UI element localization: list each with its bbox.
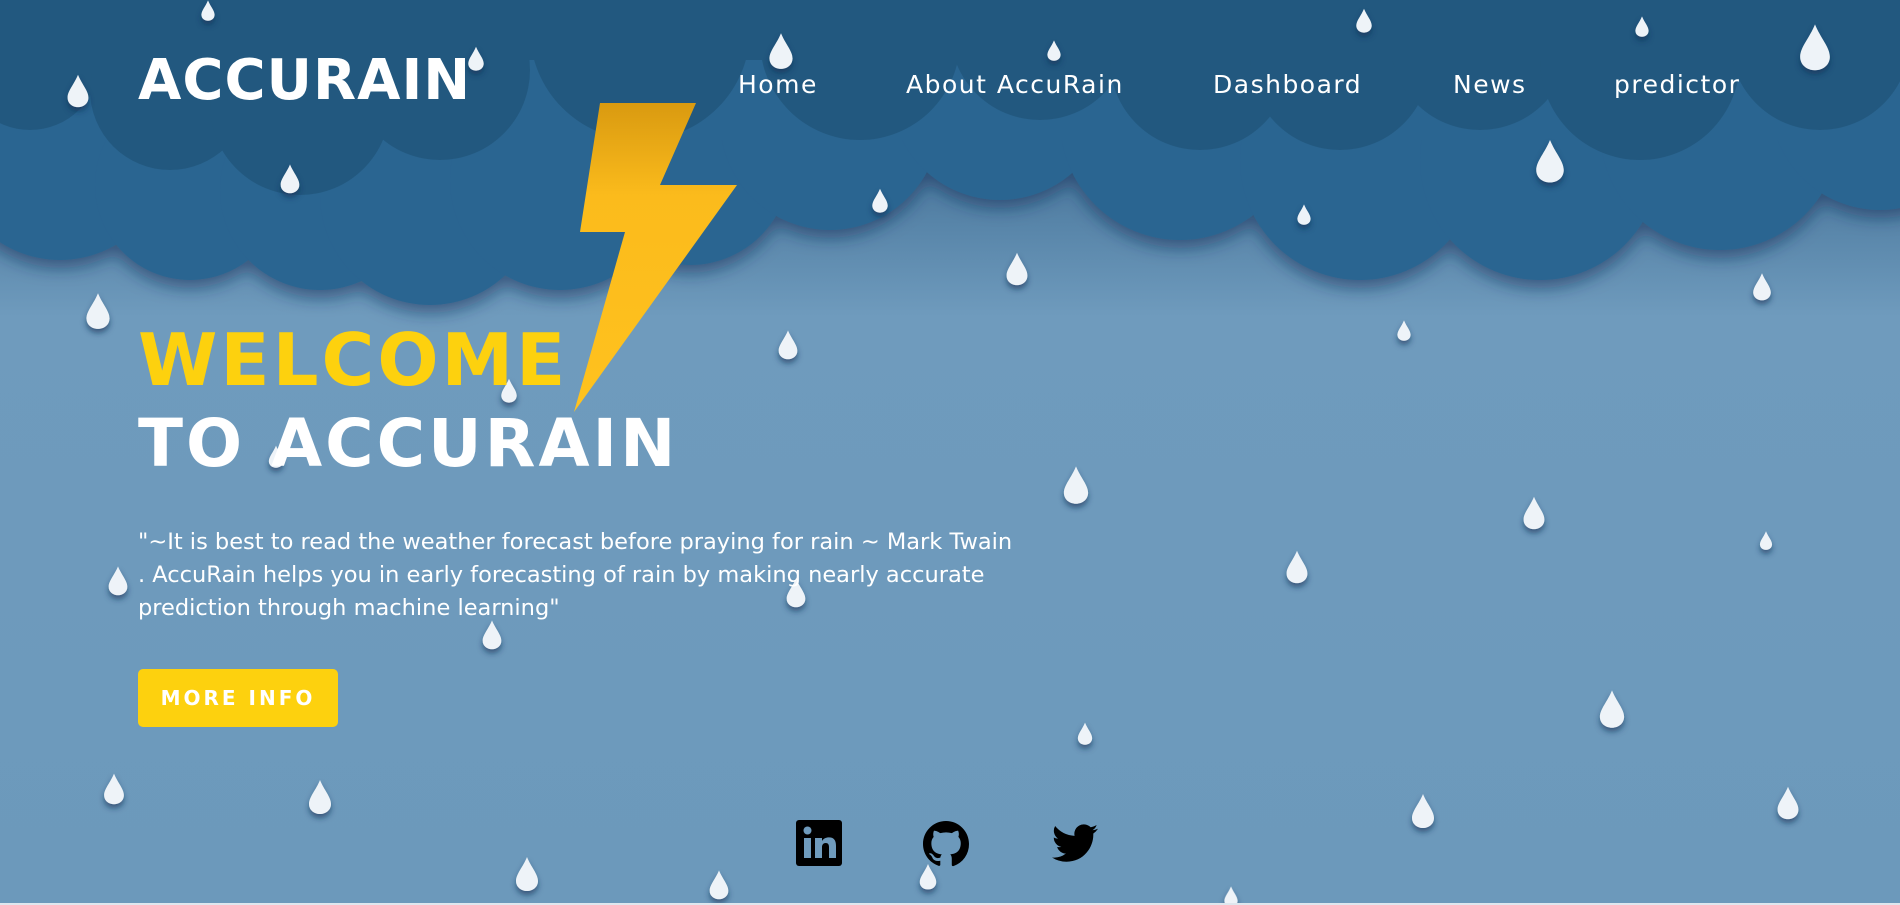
twitter-icon <box>1052 824 1098 862</box>
hero-subtitle-heading: TO ACCURAIN <box>138 405 679 482</box>
nav-home[interactable]: Home <box>738 70 818 99</box>
hero-welcome-heading: WELCOME <box>138 318 569 402</box>
linkedin-icon <box>796 820 842 866</box>
linkedin-link[interactable] <box>796 820 846 870</box>
github-link[interactable] <box>922 820 972 870</box>
more-info-button[interactable]: MORE INFO <box>138 669 338 727</box>
nav-predictor[interactable]: predictor <box>1614 70 1740 99</box>
nav-news[interactable]: News <box>1453 70 1527 99</box>
github-icon <box>923 821 970 867</box>
hero-quote: "~It is best to read the weather forecas… <box>138 529 1013 621</box>
nav-about[interactable]: About AccuRain <box>906 70 1124 99</box>
twitter-link[interactable] <box>1050 820 1100 870</box>
top-nav: Home About AccuRain Dashboard News predi… <box>0 70 1900 100</box>
nav-dashboard[interactable]: Dashboard <box>1213 70 1362 99</box>
